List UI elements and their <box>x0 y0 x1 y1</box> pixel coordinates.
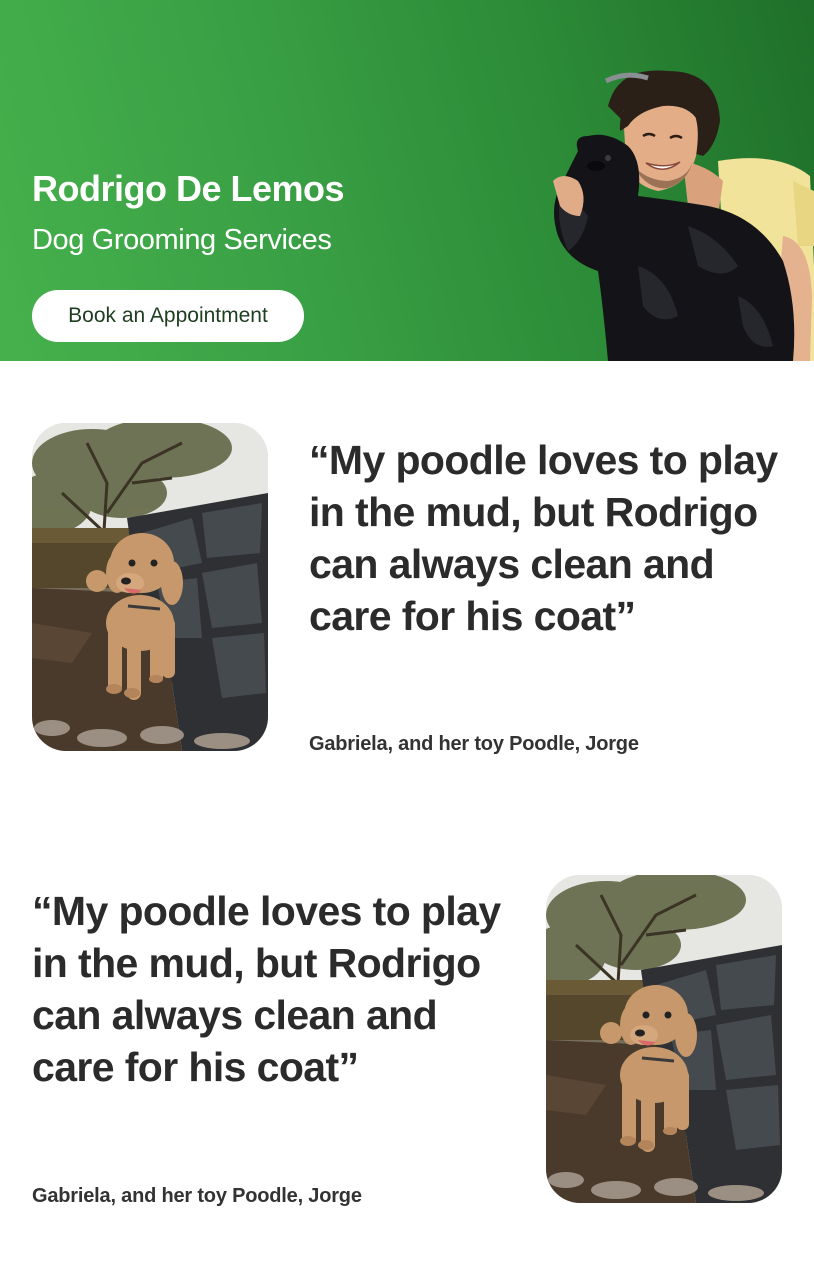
testimonial-quote: “My poodle loves to play in the mud, but… <box>309 437 778 639</box>
poodle-photo <box>32 423 268 751</box>
testimonial-author: Gabriela, and her toy Poodle, Jorge <box>32 1185 362 1207</box>
book-appointment-button[interactable]: Book an Appointment <box>32 290 304 342</box>
hero-banner: Rodrigo De Lemos Dog Grooming Services B… <box>0 0 814 361</box>
groomer-with-dog-photo <box>548 66 814 361</box>
testimonial-author: Gabriela, and her toy Poodle, Jorge <box>309 733 639 755</box>
page: Rodrigo De Lemos Dog Grooming Services B… <box>0 0 814 1264</box>
testimonial-quote: “My poodle loves to play in the mud, but… <box>32 888 501 1090</box>
poodle-photo <box>546 875 782 1203</box>
hero-subtitle: Dog Grooming Services <box>32 224 332 256</box>
hero-name: Rodrigo De Lemos <box>32 168 345 209</box>
